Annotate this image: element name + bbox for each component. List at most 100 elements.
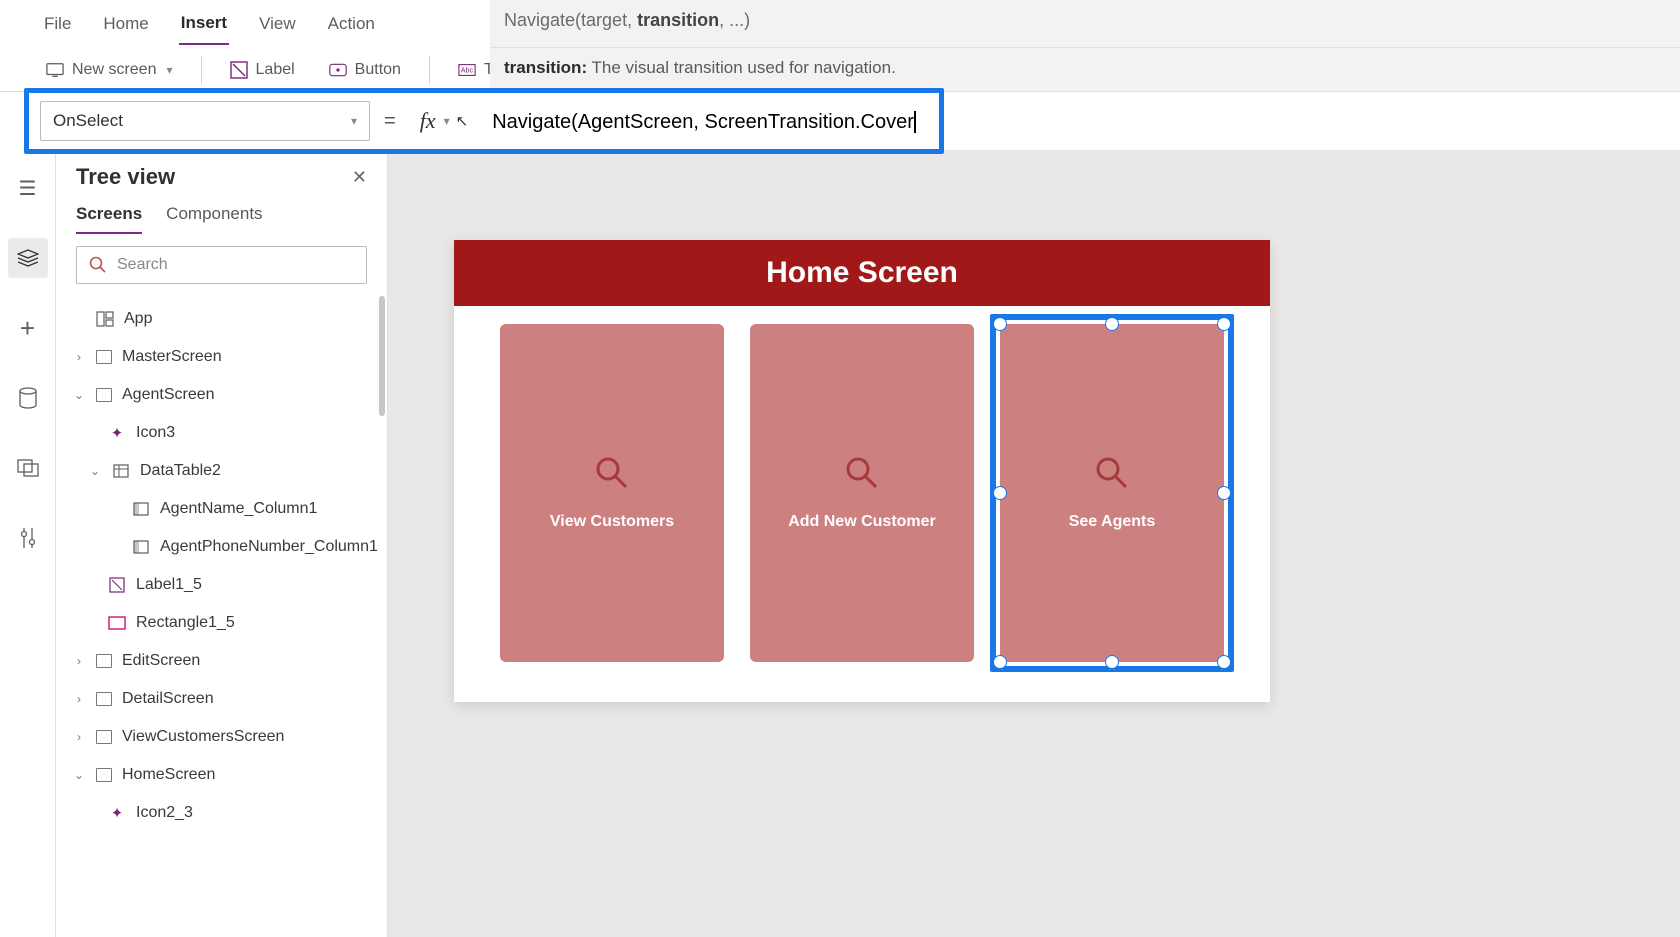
tree-label15[interactable]: Label1_5 xyxy=(64,566,379,604)
desc-text: The visual transition used for navigatio… xyxy=(587,58,896,77)
table-icon xyxy=(112,463,130,479)
hamburger-button[interactable]: ☰ xyxy=(8,168,48,208)
formula-input[interactable]: Navigate(AgentScreen, ScreenTransition.C… xyxy=(492,109,1668,134)
tree-agentname-col[interactable]: AgentName_Column1 xyxy=(64,490,379,528)
card-label: Add New Customer xyxy=(788,513,936,531)
insert-button[interactable]: + xyxy=(8,308,48,348)
tree-label: AgentPhoneNumber_Column1 xyxy=(160,538,378,556)
tree-tabs: Screens Components xyxy=(56,198,387,234)
tree-view-button[interactable] xyxy=(8,238,48,278)
caret-right-icon[interactable]: › xyxy=(72,654,86,668)
tree-rectangle15[interactable]: Rectangle1_5 xyxy=(64,604,379,642)
desc-strong: transition: xyxy=(504,58,587,77)
label-icon xyxy=(108,577,126,593)
tree-label: HomeScreen xyxy=(122,766,215,784)
formula-signature-bar: Navigate(target, transition, ...) xyxy=(490,0,1680,48)
tree-label: Rectangle1_5 xyxy=(136,614,235,632)
tree-homescreen[interactable]: ⌄ HomeScreen xyxy=(64,756,379,794)
tree-app[interactable]: App xyxy=(64,300,379,338)
home-screen-preview[interactable]: Home Screen View Customers Add New Custo… xyxy=(454,240,1270,702)
card-add-customer[interactable]: Add New Customer xyxy=(750,324,974,662)
card-label: View Customers xyxy=(550,513,674,531)
textbox-icon: Abc xyxy=(458,61,476,79)
cursor-pointer-icon: ↖ xyxy=(456,112,469,130)
card-view-customers[interactable]: View Customers xyxy=(500,324,724,662)
formula-bar: OnSelect ▾ = fx ▾ ↖ Navigate(AgentScreen… xyxy=(0,92,1680,150)
column-icon xyxy=(132,539,150,555)
screen-icon xyxy=(96,388,112,402)
card-see-agents[interactable]: See Agents xyxy=(1000,324,1224,662)
caret-right-icon[interactable]: › xyxy=(72,730,86,744)
equals-sign: = xyxy=(384,110,396,133)
rectangle-icon xyxy=(108,615,126,631)
tree-label: DetailScreen xyxy=(122,690,214,708)
tree-list: App › MasterScreen ⌄ AgentScreen ✦ Icon3… xyxy=(56,296,387,836)
tab-screens[interactable]: Screens xyxy=(76,204,142,234)
caret-right-icon[interactable]: › xyxy=(72,350,86,364)
property-selector[interactable]: OnSelect ▾ xyxy=(40,101,370,141)
menu-file[interactable]: File xyxy=(42,4,73,44)
tree-icon23[interactable]: ✦ Icon2_3 xyxy=(64,794,379,832)
svg-text:Abc: Abc xyxy=(461,65,474,74)
new-screen-button[interactable]: New screen ▾ xyxy=(40,57,179,83)
chevron-down-icon: ▾ xyxy=(166,63,172,77)
caret-down-icon[interactable]: ⌄ xyxy=(88,464,102,478)
fx-button[interactable]: fx ▾ ↖ xyxy=(410,101,479,141)
tree-agentscreen[interactable]: ⌄ AgentScreen xyxy=(64,376,379,414)
tree-label: App xyxy=(124,310,152,328)
label-button[interactable]: Label xyxy=(224,57,301,83)
sig-fn: Navigate xyxy=(504,10,575,30)
button-text: Button xyxy=(355,61,401,79)
tree-masterscreen[interactable]: › MasterScreen xyxy=(64,338,379,376)
screen-icon xyxy=(96,692,112,706)
tree-view-panel: Tree view ✕ Screens Components Search Ap… xyxy=(56,150,388,937)
caret-right-icon[interactable]: › xyxy=(72,692,86,706)
data-button[interactable] xyxy=(8,378,48,418)
screen-header[interactable]: Home Screen xyxy=(454,240,1270,306)
button-button[interactable]: Button xyxy=(323,57,407,83)
separator xyxy=(429,56,430,84)
menu-insert[interactable]: Insert xyxy=(179,3,229,45)
card-label: See Agents xyxy=(1069,513,1156,531)
canvas[interactable]: Home Screen View Customers Add New Custo… xyxy=(388,150,1680,937)
sig-args-a: (target, xyxy=(575,10,637,30)
menu-action[interactable]: Action xyxy=(326,4,377,44)
advanced-tools-button[interactable] xyxy=(8,518,48,558)
tree-label: ViewCustomersScreen xyxy=(122,728,284,746)
tab-components[interactable]: Components xyxy=(166,204,262,234)
tree-label: DataTable2 xyxy=(140,462,221,480)
caret-down-icon[interactable]: ⌄ xyxy=(72,768,86,782)
menu-view[interactable]: View xyxy=(257,4,298,44)
close-icon[interactable]: ✕ xyxy=(352,167,367,188)
tree-label: MasterScreen xyxy=(122,348,222,366)
media-button[interactable] xyxy=(8,448,48,488)
label-icon xyxy=(230,61,248,79)
tree-icon3[interactable]: ✦ Icon3 xyxy=(64,414,379,452)
property-value: OnSelect xyxy=(53,111,123,131)
screen-icon xyxy=(96,730,112,744)
tree-label: AgentScreen xyxy=(122,386,215,404)
chevron-down-icon: ▾ xyxy=(351,114,357,128)
tree-detailscreen[interactable]: › DetailScreen xyxy=(64,680,379,718)
menu-home[interactable]: Home xyxy=(101,4,150,44)
scrollbar[interactable] xyxy=(379,296,385,416)
screen-icon xyxy=(96,768,112,782)
column-icon xyxy=(132,501,150,517)
app-icon xyxy=(96,311,114,327)
sig-args-b: , ...) xyxy=(719,10,750,30)
tree-editscreen[interactable]: › EditScreen xyxy=(64,642,379,680)
card-row: View Customers Add New Customer See Agen… xyxy=(454,306,1270,702)
tree-title: Tree view xyxy=(76,164,175,190)
tree-agentphone-col[interactable]: AgentPhoneNumber_Column1 xyxy=(64,528,379,566)
label-text: Label xyxy=(256,61,295,79)
screen-icon xyxy=(96,350,112,364)
search-icon xyxy=(594,455,630,491)
tree-datatable2[interactable]: ⌄ DataTable2 xyxy=(64,452,379,490)
icon-control-icon: ✦ xyxy=(108,425,126,441)
search-input[interactable]: Search xyxy=(76,246,367,284)
tree-viewcustomersscreen[interactable]: › ViewCustomersScreen xyxy=(64,718,379,756)
chevron-down-icon: ▾ xyxy=(444,114,450,128)
tree-label: EditScreen xyxy=(122,652,200,670)
text-cursor xyxy=(914,111,916,133)
caret-down-icon[interactable]: ⌄ xyxy=(72,388,86,402)
